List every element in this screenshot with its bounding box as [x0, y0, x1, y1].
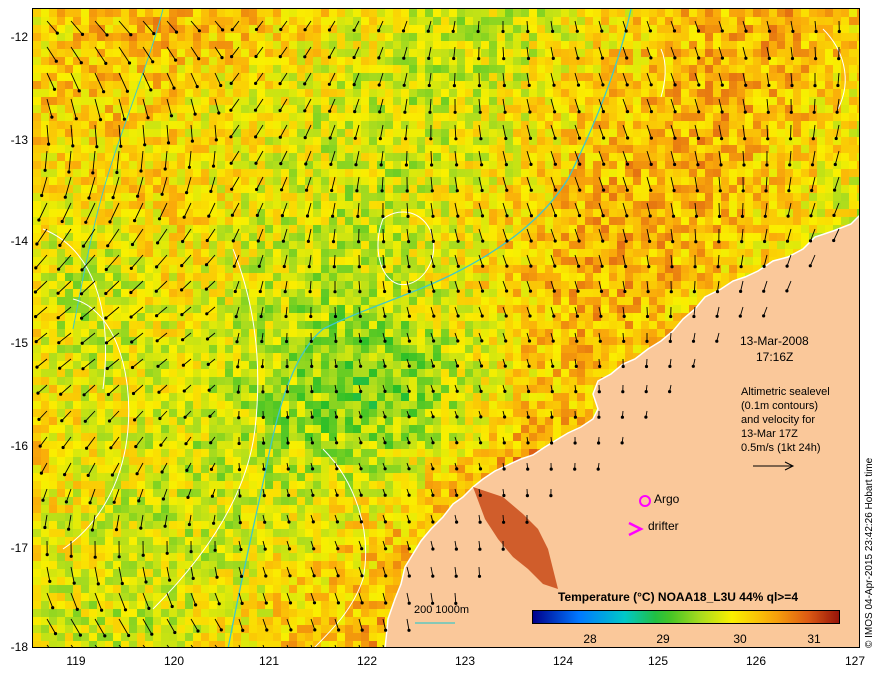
- colorbar-tick: 30: [733, 632, 747, 646]
- lon-label: 121: [258, 654, 280, 668]
- date-label: 13-Mar-2008: [740, 334, 809, 348]
- drifter-label: drifter: [648, 519, 679, 533]
- lon-label: 120: [163, 654, 185, 668]
- credit-text: © IMOS 04-Apr-2015 23:42:26 Hobart time: [864, 457, 875, 648]
- map-canvas: [33, 9, 859, 647]
- time-label: 17:16Z: [756, 350, 794, 364]
- lat-label: -18: [10, 640, 28, 654]
- lat-label: -12: [10, 30, 28, 44]
- lon-label: 127: [844, 654, 866, 668]
- sst-map[interactable]: [32, 8, 860, 648]
- lat-label: -15: [10, 336, 28, 350]
- colorbar: [532, 610, 840, 624]
- lat-label: -17: [10, 541, 28, 555]
- legend-line: 13-Mar 17Z: [741, 428, 798, 440]
- lon-label: 126: [745, 654, 767, 668]
- lon-label: 123: [454, 654, 476, 668]
- legend-line: and velocity for: [741, 414, 815, 426]
- lon-label: 125: [647, 654, 669, 668]
- lon-label: 122: [356, 654, 378, 668]
- lat-label: -13: [10, 133, 28, 147]
- legend-line: (0.1m contours): [741, 400, 819, 412]
- colorbar-tick: 29: [656, 632, 670, 646]
- argo-label: Argo: [654, 492, 680, 506]
- legend-line: Altimetric sealevel: [741, 386, 830, 398]
- lon-label: 119: [66, 654, 86, 668]
- colorbar-title: Temperature (°C) NOAA18_L3U 44% ql>=4: [558, 590, 798, 604]
- lat-label: -16: [10, 439, 28, 453]
- legend-line: 0.5m/s (1kt 24h): [741, 442, 821, 454]
- colorbar-tick: 31: [807, 632, 821, 646]
- lat-label: -14: [10, 234, 28, 248]
- lon-label: 124: [552, 654, 574, 668]
- depth-legend-label: 200 1000m: [414, 604, 470, 616]
- colorbar-tick: 28: [583, 632, 597, 646]
